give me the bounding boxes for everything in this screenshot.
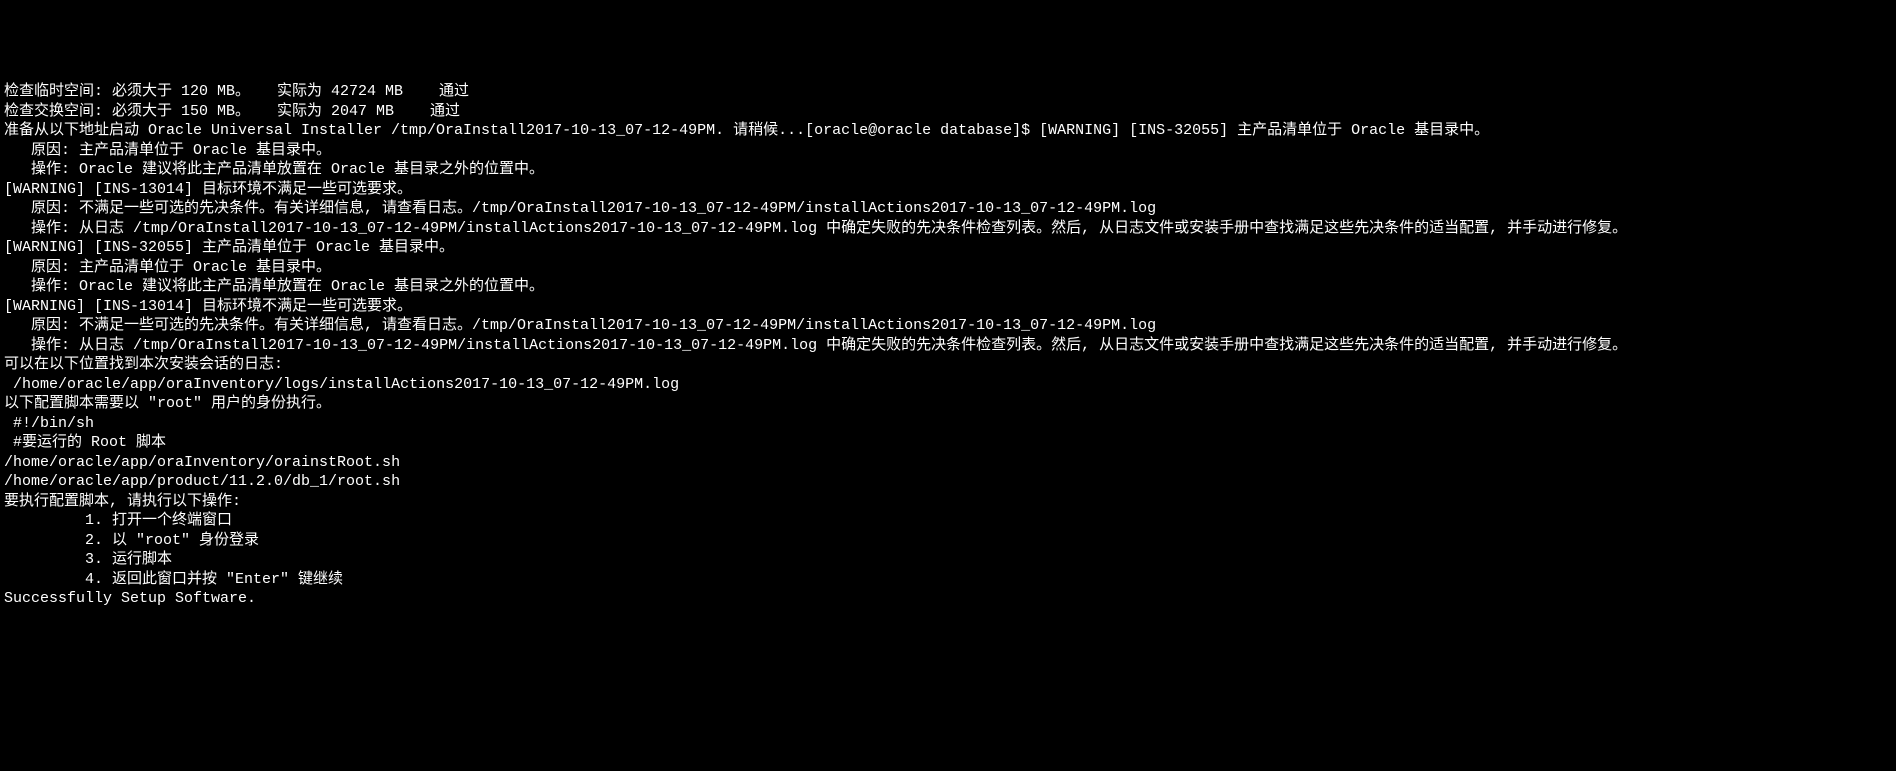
terminal-line: 操作: Oracle 建议将此主产品清单放置在 Oracle 基目录之外的位置中… [4, 277, 1892, 297]
terminal-line: 操作: 从日志 /tmp/OraInstall2017-10-13_07-12-… [4, 336, 1892, 356]
terminal-line: #要运行的 Root 脚本 [4, 433, 1892, 453]
terminal-output: 检查临时空间: 必须大于 120 MB。 实际为 42724 MB 通过检查交换… [4, 82, 1892, 609]
terminal-line: 操作: Oracle 建议将此主产品清单放置在 Oracle 基目录之外的位置中… [4, 160, 1892, 180]
terminal-line: 2. 以 "root" 身份登录 [4, 531, 1892, 551]
terminal-line: [WARNING] [INS-13014] 目标环境不满足一些可选要求。 [4, 180, 1892, 200]
terminal-line: /home/oracle/app/oraInventory/orainstRoo… [4, 453, 1892, 473]
terminal-line: 以下配置脚本需要以 "root" 用户的身份执行。 [4, 394, 1892, 414]
terminal-line: /home/oracle/app/product/11.2.0/db_1/roo… [4, 472, 1892, 492]
terminal-line: 原因: 主产品清单位于 Oracle 基目录中。 [4, 141, 1892, 161]
terminal-line: 检查临时空间: 必须大于 120 MB。 实际为 42724 MB 通过 [4, 82, 1892, 102]
terminal-line: 检查交换空间: 必须大于 150 MB。 实际为 2047 MB 通过 [4, 102, 1892, 122]
terminal-line: #!/bin/sh [4, 414, 1892, 434]
terminal-line: 可以在以下位置找到本次安装会话的日志: [4, 355, 1892, 375]
terminal-line: [WARNING] [INS-13014] 目标环境不满足一些可选要求。 [4, 297, 1892, 317]
terminal-line: 原因: 不满足一些可选的先决条件。有关详细信息, 请查看日志。/tmp/OraI… [4, 199, 1892, 219]
terminal-line: 操作: 从日志 /tmp/OraInstall2017-10-13_07-12-… [4, 219, 1892, 239]
terminal-line: 3. 运行脚本 [4, 550, 1892, 570]
terminal-line: 要执行配置脚本, 请执行以下操作: [4, 492, 1892, 512]
terminal-line: [WARNING] [INS-32055] 主产品清单位于 Oracle 基目录… [4, 238, 1892, 258]
terminal-line: 原因: 不满足一些可选的先决条件。有关详细信息, 请查看日志。/tmp/OraI… [4, 316, 1892, 336]
terminal-line: /home/oracle/app/oraInventory/logs/insta… [4, 375, 1892, 395]
terminal-line: 4. 返回此窗口并按 "Enter" 键继续 [4, 570, 1892, 590]
terminal-line: 原因: 主产品清单位于 Oracle 基目录中。 [4, 258, 1892, 278]
terminal-line: 1. 打开一个终端窗口 [4, 511, 1892, 531]
terminal-line: Successfully Setup Software. [4, 589, 1892, 609]
terminal-line: 准备从以下地址启动 Oracle Universal Installer /tm… [4, 121, 1892, 141]
